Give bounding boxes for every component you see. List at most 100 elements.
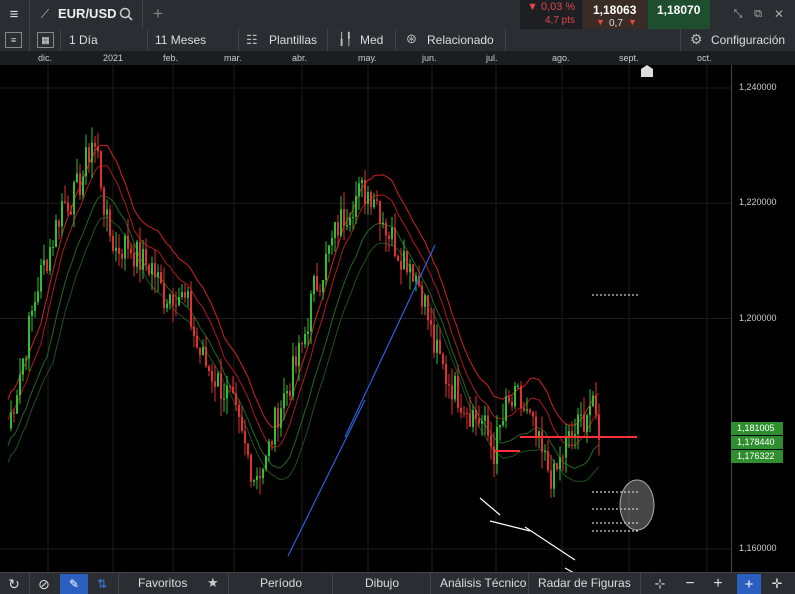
chart-toolbar: ≡ ▦ 1 Día 11 Meses ☷ Plantillas ╽╿ Med ⊛… [0,29,795,52]
ask-box[interactable]: 1,18070 [648,0,710,29]
symbol-label[interactable]: EUR/USD [58,6,117,21]
refresh-icon[interactable]: ↻ [4,574,24,594]
candle-body [463,412,465,414]
candle-body [523,407,525,411]
price-chart[interactable] [0,65,731,584]
candle-body [295,356,297,367]
popout-icon[interactable]: ⧉ [750,6,766,22]
candle-body [517,385,519,387]
star-icon[interactable]: ★ [207,575,219,591]
candle-body [208,366,210,372]
candle-body [76,173,78,183]
candle-body [262,469,264,479]
candle-body [256,476,258,481]
candle-body [136,241,138,267]
candle-body [121,253,123,259]
candle-body [352,216,354,218]
add-tab-icon[interactable]: + [148,4,168,24]
candle-body [358,183,360,197]
range-selector[interactable]: 11 Meses [155,33,206,47]
candle-body [400,260,402,270]
menu-icon[interactable]: ≡ [4,4,24,24]
candle-body [544,451,546,453]
candle-body [379,200,381,225]
candle-body [475,410,477,419]
layout-icon[interactable]: ▦ [37,32,54,48]
price-tag: 1,176322 [731,450,783,463]
candle-body [190,291,192,327]
candle-body [79,173,81,196]
candle-body [205,347,207,367]
candle-body [382,222,384,225]
candle-body [43,260,45,265]
period-tab[interactable]: Período [260,576,302,590]
crosshair-icon[interactable]: + [737,574,761,594]
close-icon[interactable]: ✕ [771,6,787,22]
candle-body [406,250,408,273]
candle-body [49,247,51,271]
gear-icon: ⚙ [690,31,703,47]
candle-body [13,412,15,414]
search-icon[interactable] [117,5,135,23]
candle-body [106,209,108,215]
candle-body [85,147,87,177]
panel-icon[interactable]: ≡ [5,32,22,48]
drawing-tab[interactable]: Dibujo [365,576,399,590]
highlight-ellipse [619,479,655,531]
candle-body [10,412,12,429]
chart-type-icon[interactable]: ⟋ [36,5,54,23]
config-button[interactable]: Configuración [711,33,785,47]
candle-body [37,291,39,302]
candle-body [307,331,309,334]
chart-svg[interactable] [0,65,731,584]
candle-body [502,420,504,426]
candle-body [22,358,24,375]
crosshair-add-icon[interactable]: ⊹ [650,574,670,594]
zoom-in-icon[interactable]: + [708,574,728,594]
med-button[interactable]: Med [360,33,383,47]
spread-value: 0,7 [609,18,623,29]
move-icon[interactable]: ✛ [767,574,787,594]
no-entry-icon[interactable]: ⊘ [34,574,54,594]
month-label: dic. [38,53,53,63]
candle-body [565,436,567,458]
support-line [479,497,501,516]
patterns-tab[interactable]: Radar de Figuras [538,576,631,590]
candle-body [421,285,423,307]
candle-body [487,415,489,436]
candle-body [142,249,144,270]
pencil-icon[interactable]: ✎ [60,574,88,594]
shrink-icon[interactable]: ⤡ [730,6,746,22]
ma-band-line [7,216,600,482]
candle-body [109,209,111,236]
candle-body [469,413,471,427]
candle-body [274,407,276,445]
candle-body [124,235,126,259]
candle-body [322,280,324,292]
candle-body [568,431,570,437]
candle-body [148,264,150,275]
bid-box[interactable]: 1,18063 0,7 ▼ ▼ [584,0,646,29]
sort-icon[interactable]: ⇅ [92,574,112,594]
candle-body [589,406,591,416]
ask-price: 1,18070 [657,3,701,17]
candle-body [169,294,171,304]
templates-button[interactable]: Plantillas [269,33,317,47]
y-tick-label: 1,160000 [739,542,777,553]
candle-body [412,264,414,282]
month-label: jun. [422,53,437,63]
candle-body [154,263,156,278]
candle-body [439,339,441,355]
candle-body [559,457,561,470]
related-button[interactable]: Relacionado [427,33,494,47]
favorites-tab[interactable]: Favoritos [138,576,187,590]
month-label: ago. [552,53,570,63]
candle-body [532,412,534,417]
zoom-out-icon[interactable]: − [680,574,700,594]
candle-body [490,435,492,447]
technical-tab[interactable]: Análisis Técnico [440,576,526,590]
candle-body [58,220,60,227]
candle-body [478,418,480,424]
candle-body [301,343,303,345]
period-selector[interactable]: 1 Día [69,33,98,47]
